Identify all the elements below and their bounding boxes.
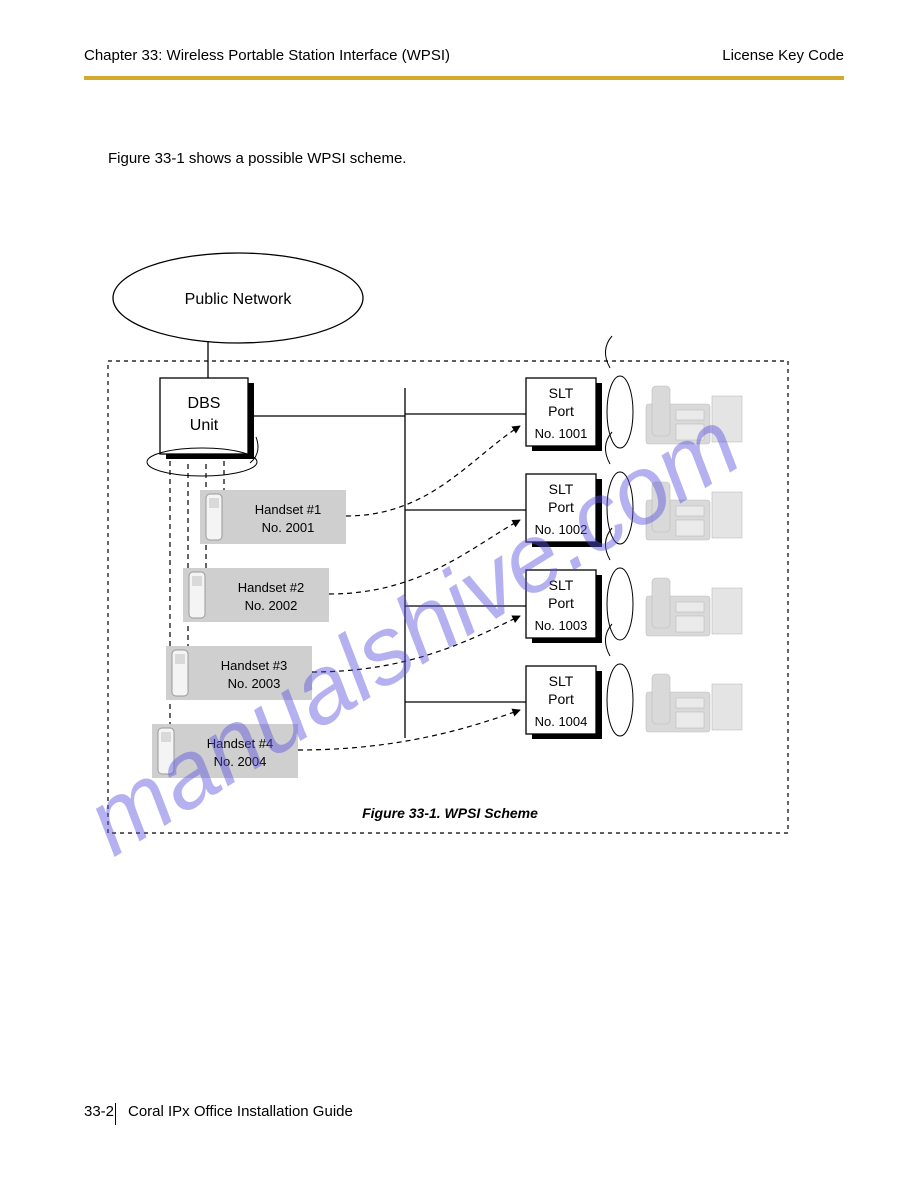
svg-text:Handset #1: Handset #1 xyxy=(255,502,322,517)
svg-text:SLT: SLT xyxy=(549,577,574,593)
handset-3: Handset #3 No. 2003 xyxy=(166,646,312,700)
svg-text:Handset #4: Handset #4 xyxy=(207,736,274,751)
header-chapter: Chapter 33: Wireless Portable Station In… xyxy=(84,47,450,64)
handset-4: Handset #4 No. 2004 xyxy=(152,724,298,778)
svg-text:SLT: SLT xyxy=(549,673,574,689)
dbs-bottom: Unit xyxy=(190,417,219,434)
body-paragraph: Figure 33-1 shows a possible WPSI scheme… xyxy=(108,148,828,170)
figure-caption: Figure 33-1. WPSI Scheme xyxy=(362,805,538,821)
footer-title: Coral IPx Office Installation Guide xyxy=(128,1103,353,1120)
svg-text:Handset #3: Handset #3 xyxy=(221,658,288,673)
handset-1: Handset #1 No. 2001 xyxy=(200,490,346,544)
svg-text:No. 2001: No. 2001 xyxy=(262,520,315,535)
cloud-label: Public Network xyxy=(185,291,293,308)
wpsi-diagram: Public Network DBS Unit xyxy=(90,248,830,848)
svg-text:No. 1004: No. 1004 xyxy=(535,714,588,729)
svg-text:Port: Port xyxy=(548,403,574,419)
footer-page-number: 33-2 xyxy=(84,1103,114,1120)
footer-divider xyxy=(115,1103,116,1125)
svg-text:No. 1003: No. 1003 xyxy=(535,618,588,633)
svg-text:SLT: SLT xyxy=(549,385,574,401)
svg-text:No. 2002: No. 2002 xyxy=(245,598,298,613)
header-right: License Key Code xyxy=(722,47,844,64)
svg-text:No. 1002: No. 1002 xyxy=(535,522,588,537)
svg-text:No. 2003: No. 2003 xyxy=(228,676,281,691)
page: Chapter 33: Wireless Portable Station In… xyxy=(0,0,918,1188)
svg-text:Port: Port xyxy=(548,499,574,515)
svg-text:No. 1001: No. 1001 xyxy=(535,426,588,441)
svg-text:SLT: SLT xyxy=(549,481,574,497)
svg-text:No. 2004: No. 2004 xyxy=(214,754,267,769)
dbs-top: DBS xyxy=(188,395,221,412)
svg-text:Port: Port xyxy=(548,691,574,707)
port-1: SLT Port No. 1001 xyxy=(405,336,633,451)
phone-icon xyxy=(646,386,742,732)
handset-2: Handset #2 No. 2002 xyxy=(183,568,329,622)
header-rule xyxy=(84,76,844,80)
diagram-wrapper: Public Network DBS Unit xyxy=(90,248,830,848)
svg-text:Handset #2: Handset #2 xyxy=(238,580,305,595)
svg-text:Port: Port xyxy=(548,595,574,611)
